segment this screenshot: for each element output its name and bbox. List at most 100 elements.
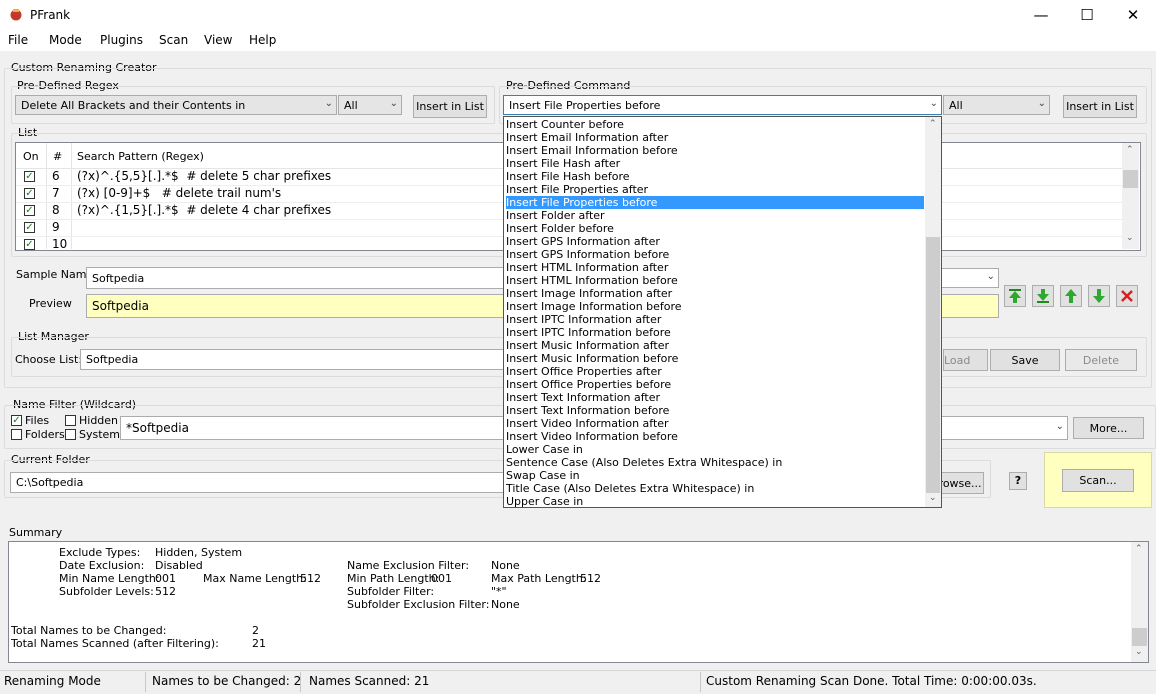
- maximize-button[interactable]: ☐: [1064, 0, 1110, 31]
- dropdown-item[interactable]: Insert Image Information after: [506, 287, 924, 300]
- row-num: 8: [52, 203, 60, 217]
- dropdown-scroll-thumb[interactable]: [926, 237, 940, 493]
- load-button[interactable]: Load: [943, 349, 988, 371]
- row-pattern: (?x)^.{5,5}[.].*$ # delete 5 char prefix…: [77, 169, 332, 183]
- dropdown-item[interactable]: Insert GPS Information after: [506, 235, 924, 248]
- dropdown-item[interactable]: Insert File Hash after: [506, 157, 924, 170]
- window-title: PFrank: [30, 8, 71, 22]
- dropdown-item[interactable]: Insert File Hash before: [506, 170, 924, 183]
- header-pattern[interactable]: Search Pattern (Regex): [77, 150, 204, 163]
- move-down-button[interactable]: [1088, 285, 1110, 307]
- dropdown-item[interactable]: Insert Folder before: [506, 222, 924, 235]
- row-on-checkbox[interactable]: ✓: [24, 188, 35, 199]
- scroll-up-icon[interactable]: ⌃: [1126, 145, 1134, 155]
- dropdown-item[interactable]: Insert Folder after: [506, 209, 924, 222]
- menu-mode[interactable]: Mode: [49, 33, 82, 47]
- dropdown-item[interactable]: Insert Office Properties after: [506, 365, 924, 378]
- minimize-button[interactable]: —: [1018, 0, 1064, 31]
- files-checkbox[interactable]: ✓: [11, 415, 22, 426]
- move-top-button[interactable]: [1004, 285, 1026, 307]
- regex-value: Delete All Brackets and their Contents i…: [21, 99, 246, 112]
- dropdown-item[interactable]: Insert HTML Information after: [506, 261, 924, 274]
- summary-scroll-thumb[interactable]: [1132, 628, 1147, 646]
- dropdown-item[interactable]: Sentence Case (Also Deletes Extra Whites…: [506, 456, 924, 469]
- dropdown-item[interactable]: Title Case (Also Deletes Extra Whitespac…: [506, 482, 924, 495]
- menu-help[interactable]: Help: [249, 33, 276, 47]
- scroll-up-icon[interactable]: ⌃: [1135, 544, 1143, 554]
- arrow-down-icon: [1093, 289, 1105, 303]
- header-num[interactable]: #: [53, 150, 62, 163]
- command-scope-combo[interactable]: All ⌄: [943, 95, 1050, 115]
- menu-scan[interactable]: Scan: [159, 33, 188, 47]
- dropdown-item[interactable]: Insert Counter before: [506, 118, 924, 131]
- folders-label: Folders: [25, 428, 65, 441]
- dropdown-item[interactable]: Insert Text Information after: [506, 391, 924, 404]
- regex-insert-button[interactable]: Insert in List: [413, 95, 487, 118]
- command-insert-button[interactable]: Insert in List: [1063, 95, 1137, 118]
- row-num: 7: [52, 186, 60, 200]
- dropdown-item[interactable]: Insert Office Properties before: [506, 378, 924, 391]
- dropdown-item[interactable]: Insert Video Information after: [506, 417, 924, 430]
- dropdown-item[interactable]: Insert IPTC Information after: [506, 313, 924, 326]
- dropdown-item[interactable]: Upper Case in: [506, 495, 924, 507]
- dropdown-item[interactable]: Insert Image Information before: [506, 300, 924, 313]
- dropdown-item[interactable]: Insert Music Information after: [506, 339, 924, 352]
- delete-row-button[interactable]: [1116, 285, 1138, 307]
- row-num: 9: [52, 220, 60, 234]
- header-on[interactable]: On: [23, 150, 39, 163]
- help-button[interactable]: ?: [1009, 472, 1027, 490]
- delete-list-button[interactable]: Delete: [1065, 349, 1137, 371]
- folder-input[interactable]: C:\Softpedia: [10, 472, 506, 493]
- menu-file[interactable]: File: [8, 33, 28, 47]
- name-filter-combo-end[interactable]: ⌄: [940, 416, 1068, 440]
- regex-scope-combo[interactable]: All ⌄: [338, 95, 402, 115]
- dropdown-item[interactable]: Insert Email Information before: [506, 144, 924, 157]
- move-bottom-button[interactable]: [1032, 285, 1054, 307]
- dropdown-item[interactable]: Insert HTML Information before: [506, 274, 924, 287]
- close-button[interactable]: ✕: [1110, 0, 1156, 31]
- choose-list-input[interactable]: Softpedia: [80, 349, 506, 370]
- dropdown-item[interactable]: Insert File Properties before: [506, 196, 924, 209]
- scroll-up-icon[interactable]: ⌃: [929, 119, 937, 129]
- scroll-down-icon[interactable]: ⌄: [929, 493, 937, 503]
- dropdown-item[interactable]: Insert Email Information after: [506, 131, 924, 144]
- command-combo[interactable]: Insert File Properties before ⌄: [503, 95, 942, 115]
- command-scope-value: All: [949, 99, 963, 112]
- regex-combo[interactable]: Delete All Brackets and their Contents i…: [15, 95, 337, 115]
- system-checkbox[interactable]: [65, 429, 76, 440]
- row-on-checkbox[interactable]: ✓: [24, 205, 35, 216]
- dropdown-item[interactable]: Insert GPS Information before: [506, 248, 924, 261]
- name-filter-combo[interactable]: *Softpedia: [120, 416, 506, 440]
- row-on-checkbox[interactable]: ✓: [24, 222, 35, 233]
- dropdown-item[interactable]: Insert IPTC Information before: [506, 326, 924, 339]
- dropdown-item[interactable]: Swap Case in: [506, 469, 924, 482]
- scan-button[interactable]: Scan...: [1062, 469, 1134, 492]
- scroll-down-icon[interactable]: ⌄: [1135, 647, 1143, 657]
- chevron-down-icon: ⌄: [1055, 421, 1064, 432]
- choose-list-label: Choose List:: [15, 353, 83, 366]
- list-scroll-thumb[interactable]: [1123, 170, 1138, 188]
- sample-input[interactable]: Softpedia: [86, 267, 506, 289]
- command-dropdown-list[interactable]: Insert Counter before Insert Email Inform…: [503, 116, 942, 508]
- row-on-checkbox[interactable]: ✓: [24, 239, 35, 250]
- save-list-button[interactable]: Save: [990, 349, 1060, 371]
- hidden-checkbox[interactable]: [65, 415, 76, 426]
- more-button[interactable]: More...: [1073, 417, 1144, 439]
- red-x-icon: [1121, 290, 1133, 302]
- chevron-down-icon: ⌄: [389, 98, 398, 109]
- row-pattern: (?x)^.{1,5}[.].*$ # delete 4 char prefix…: [77, 203, 332, 217]
- folders-checkbox[interactable]: [11, 429, 22, 440]
- dropdown-item[interactable]: Insert Text Information before: [506, 404, 924, 417]
- dropdown-item[interactable]: Insert Video Information before: [506, 430, 924, 443]
- menu-plugins[interactable]: Plugins: [100, 33, 143, 47]
- dropdown-item[interactable]: Insert File Properties after: [506, 183, 924, 196]
- chevron-down-icon: ⌄: [1037, 98, 1046, 109]
- sample-combo-end[interactable]: ⌄: [940, 268, 999, 288]
- scroll-down-icon[interactable]: ⌄: [1126, 233, 1134, 243]
- row-on-checkbox[interactable]: ✓: [24, 171, 35, 182]
- dropdown-item[interactable]: Lower Case in: [506, 443, 924, 456]
- move-up-button[interactable]: [1060, 285, 1082, 307]
- menu-view[interactable]: View: [204, 33, 232, 47]
- dropdown-item[interactable]: Insert Music Information before: [506, 352, 924, 365]
- preview-label: Preview: [29, 297, 72, 310]
